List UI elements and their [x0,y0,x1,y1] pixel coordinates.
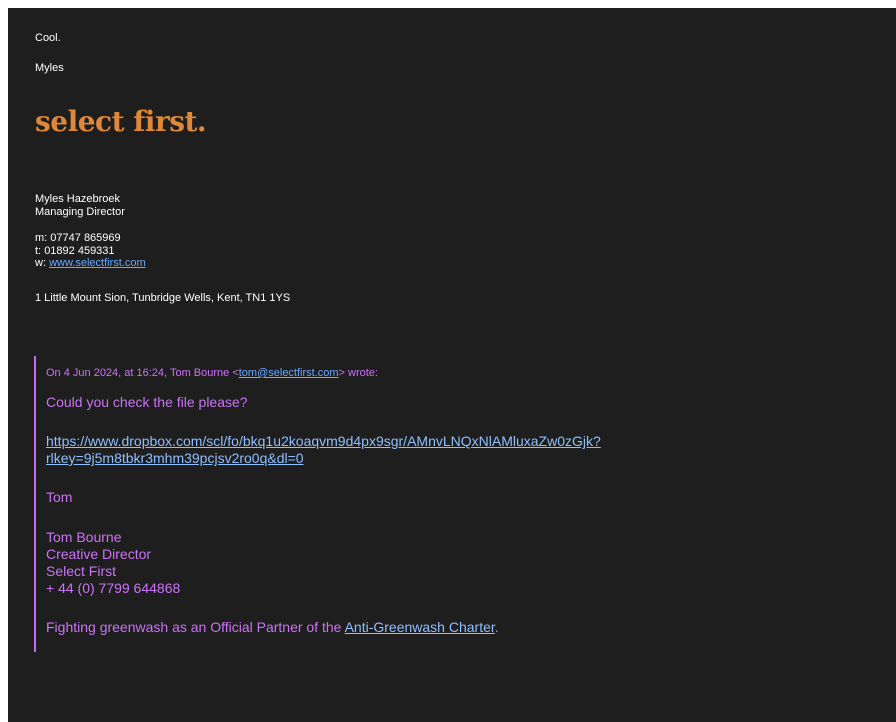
signature-contact-block: m: 07747 865969 t: 01892 459331 w: www.s… [35,232,146,270]
signature-mobile-row: m: 07747 865969 [35,232,146,245]
select-first-logo: select first. [35,105,207,138]
logo-text: select first. [35,105,207,138]
quote-sig-phone: + 44 (0) 7799 644868 [46,580,181,596]
quote-header-prefix: On 4 Jun 2024, at 16:24, Tom Bourne < [46,367,239,379]
mobile-label: m: [35,232,48,244]
quote-sig-company: Select First [46,563,117,579]
website-link[interactable]: www.selectfirst.com [49,257,146,269]
dropbox-link-line1[interactable]: https://www.dropbox.com/scl/fo/bkq1u2koa… [46,433,601,450]
dropbox-link-line2[interactable]: rlkey=9j5m8tbkr3mhm39pcjsv2ro0q&dl=0 [46,450,304,467]
reply-greeting: Cool. [35,32,61,44]
quote-footer-prefix: Fighting greenwash as an Official Partne… [46,619,345,635]
signature-name: Myles Hazebroek [35,193,120,205]
reply-signoff: Myles [35,62,64,74]
anti-greenwash-link[interactable]: Anti-Greenwash Charter [345,619,495,635]
quote-header-suffix: > wrote: [338,367,378,379]
quoted-message: On 4 Jun 2024, at 16:24, Tom Bourne <tom… [34,356,794,652]
signature-web-row: w: www.selectfirst.com [35,257,146,270]
quote-footer: Fighting greenwash as an Official Partne… [46,619,499,636]
quote-body: Could you check the file please? [46,394,248,410]
quote-sig-name: Tom Bourne [46,529,122,545]
web-label: w: [35,257,46,269]
phone-number: 01892 459331 [44,244,115,257]
mobile-number: 07747 865969 [50,232,121,244]
phone-label: t: [35,244,42,257]
signature-address: 1 Little Mount Sion, Tunbridge Wells, Ke… [35,292,291,304]
quote-header: On 4 Jun 2024, at 16:24, Tom Bourne <tom… [46,367,378,380]
quote-sig-title: Creative Director [46,546,152,562]
signature-name-block: Myles Hazebroek Managing Director [35,193,125,218]
email-body: Cool. Myles select first. Myles Hazebroe… [8,8,896,722]
signature-phone-row: t: 01892 459331 [35,245,146,258]
quote-footer-suffix: . [494,619,499,635]
signature-title: Managing Director [35,205,125,218]
quote-signoff: Tom [46,489,73,505]
sender-email-link[interactable]: tom@selectfirst.com [239,367,339,379]
